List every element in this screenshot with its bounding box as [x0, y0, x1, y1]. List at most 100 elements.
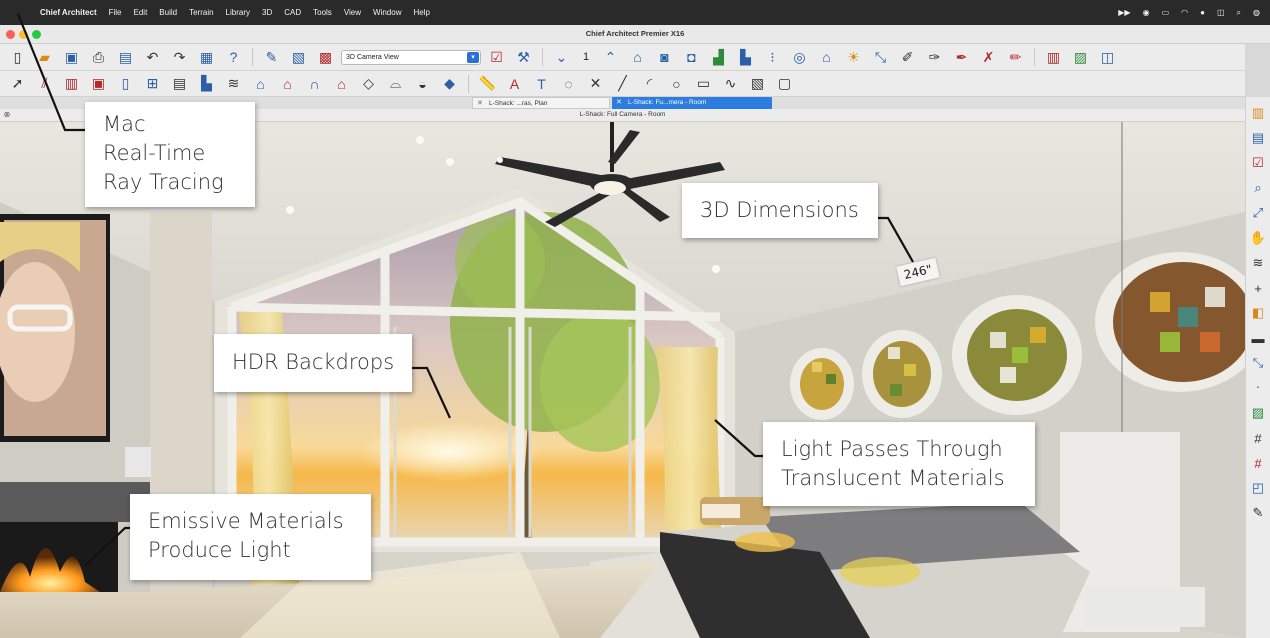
- wifi-icon[interactable]: ◠: [1181, 8, 1188, 18]
- eyedropper-icon[interactable]: ✐: [896, 47, 919, 68]
- material-eyedropper-icon[interactable]: ✑: [923, 47, 946, 68]
- menu-app[interactable]: Chief Architect: [34, 8, 103, 17]
- floor-up-icon[interactable]: ⌃: [599, 47, 622, 68]
- camera-person-icon[interactable]: ◘: [680, 47, 703, 68]
- menu-terrain[interactable]: Terrain: [183, 8, 219, 17]
- text-color-icon[interactable]: A: [503, 73, 526, 94]
- chevron-down-icon[interactable]: ▾: [467, 51, 479, 63]
- pencil-icon[interactable]: ✏: [1004, 47, 1027, 68]
- roof-icon[interactable]: ⌂: [249, 73, 272, 94]
- arc-icon[interactable]: ◜: [638, 73, 661, 94]
- text-icon[interactable]: T: [530, 73, 553, 94]
- menu-help[interactable]: Help: [407, 8, 435, 17]
- framing-tool-icon[interactable]: ▤: [168, 73, 191, 94]
- terrain-icon[interactable]: ⌓: [384, 73, 407, 94]
- project-browser-icon[interactable]: ▤: [1248, 128, 1269, 148]
- garage-icon[interactable]: ⌂: [330, 73, 353, 94]
- railing-tool-icon[interactable]: ▥: [60, 73, 83, 94]
- ruler-icon[interactable]: 📏: [476, 73, 499, 94]
- material-icon[interactable]: ◧: [1248, 303, 1269, 323]
- door-tool-icon[interactable]: ▯: [114, 73, 137, 94]
- rectangle-icon[interactable]: ▭: [692, 73, 715, 94]
- reference-icon[interactable]: ▩: [314, 47, 337, 68]
- stair-tool-icon[interactable]: ▙: [195, 73, 218, 94]
- control-center-icon[interactable]: ◫: [1217, 8, 1225, 18]
- close-tab-icon[interactable]: ✕: [616, 97, 622, 109]
- panel-icon[interactable]: ◫: [1096, 47, 1119, 68]
- menu-view[interactable]: View: [338, 8, 367, 17]
- new-file-icon[interactable]: ▯: [6, 47, 29, 68]
- cad-block-icon[interactable]: ▢: [773, 73, 796, 94]
- help-icon[interactable]: ?: [222, 47, 245, 68]
- edit-object-icon[interactable]: ✎: [260, 47, 283, 68]
- close-tab-icon[interactable]: ✕: [477, 98, 483, 108]
- select-arrow-icon[interactable]: ➚: [6, 73, 29, 94]
- wrench-icon[interactable]: ⚒: [512, 47, 535, 68]
- checklist-icon[interactable]: ☑: [1248, 153, 1269, 173]
- fill-icon[interactable]: ▧: [746, 73, 769, 94]
- camera-view-select[interactable]: 3D Camera View ▾: [341, 49, 481, 65]
- menu-edit[interactable]: Edit: [128, 8, 154, 17]
- menu-window[interactable]: Window: [367, 8, 407, 17]
- point-icon[interactable]: ⋅: [1248, 378, 1269, 398]
- battery-icon[interactable]: ▭: [1162, 8, 1170, 18]
- home-outline-icon[interactable]: ⌂: [815, 47, 838, 68]
- line-icon[interactable]: ╱: [611, 73, 634, 94]
- menu-file[interactable]: File: [103, 8, 128, 17]
- redo-icon[interactable]: ↷: [168, 47, 191, 68]
- dimension-tool-icon[interactable]: ⤡: [1248, 353, 1269, 373]
- crosshair-icon[interactable]: +: [1248, 278, 1269, 298]
- forward-icon[interactable]: ▶▶: [1118, 8, 1130, 18]
- pan-icon[interactable]: ✋: [1248, 228, 1269, 248]
- cross-icon[interactable]: ✕: [584, 73, 607, 94]
- box-icon[interactable]: ◆: [438, 73, 461, 94]
- menu-3d[interactable]: 3D: [256, 8, 278, 17]
- elevation-icon[interactable]: ▟: [707, 47, 730, 68]
- wall-tool-icon[interactable]: ⫽: [33, 73, 56, 94]
- save-icon[interactable]: ▣: [60, 47, 83, 68]
- open-object-icon[interactable]: ▧: [287, 47, 310, 68]
- shape-icon[interactable]: ◌: [557, 73, 580, 94]
- delete-material-icon[interactable]: ✗: [977, 47, 1000, 68]
- layout-icon[interactable]: ▦: [195, 47, 218, 68]
- menu-tools[interactable]: Tools: [307, 8, 338, 17]
- user-icon[interactable]: ●: [1200, 8, 1205, 18]
- checkbox-icon[interactable]: ☑: [485, 47, 508, 68]
- stairs-icon[interactable]: ▙: [734, 47, 757, 68]
- cabinet-tool-icon[interactable]: ▣: [87, 73, 110, 94]
- print-preview-icon[interactable]: ▤: [114, 47, 137, 68]
- circle-icon[interactable]: ○: [665, 73, 688, 94]
- plot-icon[interactable]: ▨: [1248, 403, 1269, 423]
- menu-library[interactable]: Library: [220, 8, 256, 17]
- roof-tool-icon[interactable]: ⌂: [276, 73, 299, 94]
- search-icon[interactable]: ⌕: [1237, 8, 1241, 18]
- camera-icon[interactable]: ◙: [653, 47, 676, 68]
- play-icon[interactable]: ◉: [1143, 8, 1150, 18]
- window-tool-icon[interactable]: ⊞: [141, 73, 164, 94]
- layers-panel-icon[interactable]: ≋: [1248, 253, 1269, 273]
- material-painter-icon[interactable]: ✒: [950, 47, 973, 68]
- check-window-icon[interactable]: ▥: [1042, 47, 1065, 68]
- sun-icon[interactable]: ☀: [842, 47, 865, 68]
- edit-tools-icon[interactable]: ✎: [1248, 503, 1269, 523]
- library-icon[interactable]: ▥: [1248, 103, 1269, 123]
- arch-icon[interactable]: ∩: [303, 73, 326, 94]
- tab-camera[interactable]: ✕ L-Shack: Fu...mera - Room: [612, 97, 772, 109]
- house-icon[interactable]: ⌂: [626, 47, 649, 68]
- siri-icon[interactable]: ◍: [1253, 8, 1260, 18]
- menu-build[interactable]: Build: [153, 8, 183, 17]
- transform-icon[interactable]: ◰: [1248, 478, 1269, 498]
- fill-window-icon[interactable]: ⤢: [1248, 203, 1269, 223]
- menu-cad[interactable]: CAD: [278, 8, 307, 17]
- render-camera-icon[interactable]: ◎: [788, 47, 811, 68]
- slab-icon[interactable]: ◇: [357, 73, 380, 94]
- footprints-icon[interactable]: ⁝: [761, 47, 784, 68]
- layers-icon[interactable]: ≋: [222, 73, 245, 94]
- polyline-icon[interactable]: ∿: [719, 73, 742, 94]
- grid-bar-icon[interactable]: ▬: [1248, 328, 1269, 348]
- tab-plan[interactable]: ✕ L-Shack: ...ras, Plan: [472, 97, 610, 109]
- undo-icon[interactable]: ↶: [141, 47, 164, 68]
- print-icon[interactable]: ⎙: [87, 47, 110, 68]
- open-folder-icon[interactable]: ▰: [33, 47, 56, 68]
- bath-icon[interactable]: ◒: [411, 73, 434, 94]
